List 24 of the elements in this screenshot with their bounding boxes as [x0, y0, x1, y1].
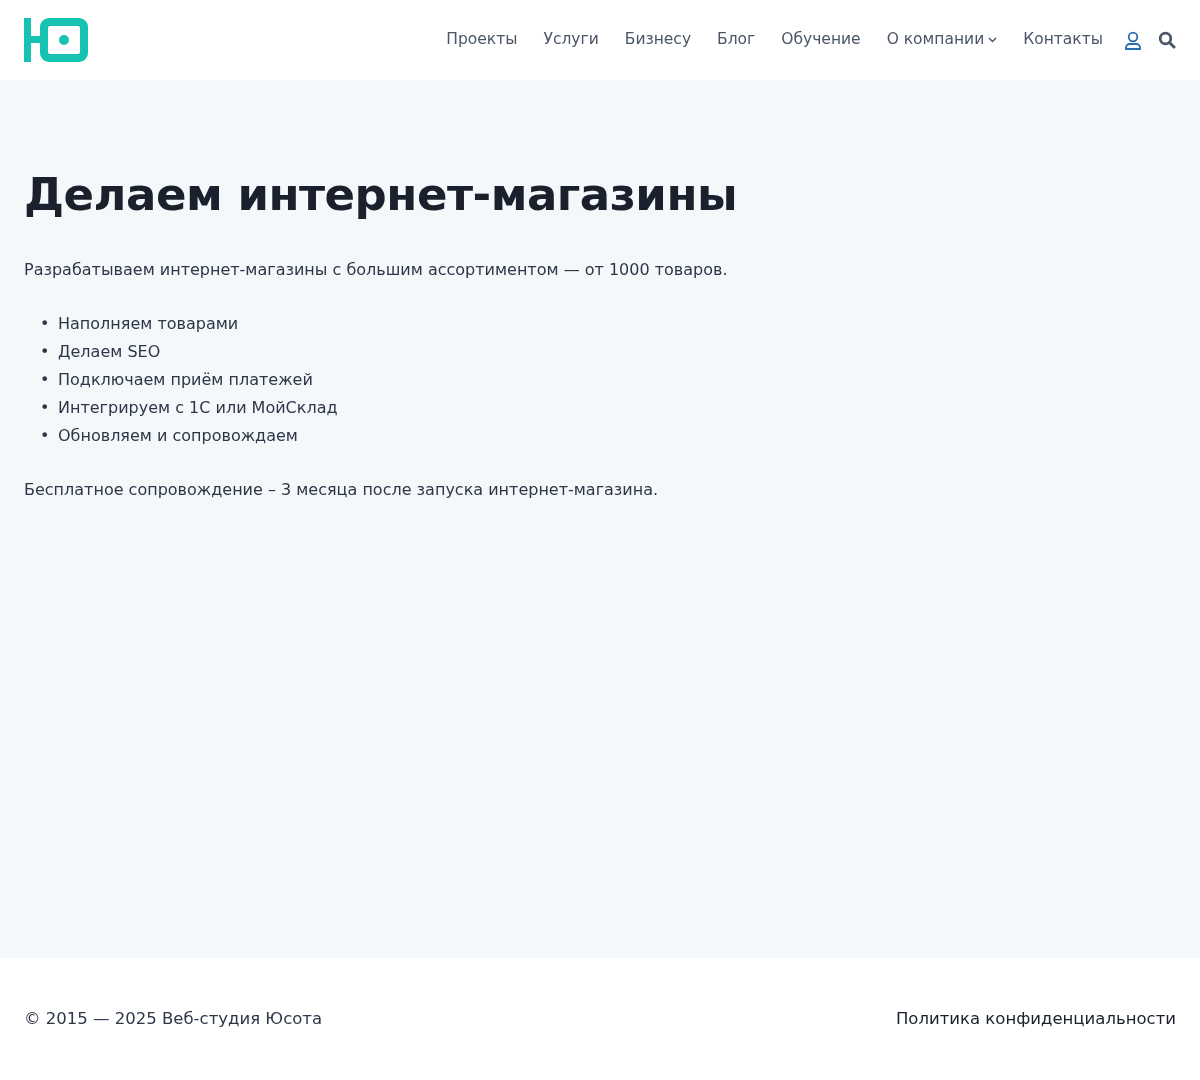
bullet-mark: •: [40, 425, 51, 447]
user-icon[interactable]: [1124, 30, 1142, 50]
list-item: Наполняем товарами: [58, 313, 239, 335]
nav-link[interactable]: Блог: [704, 28, 769, 52]
list-item: Интегрируем с 1С или МойСклад: [58, 397, 338, 419]
bullet-mark: •: [40, 313, 51, 335]
copyright-text: © 2015 — 2025 Веб-студия Юсота: [24, 1007, 322, 1030]
nav-link[interactable]: Контакты: [1010, 28, 1116, 52]
list-item: Подключаем приём платежей: [58, 369, 313, 391]
nav-link[interactable]: Проекты: [433, 28, 531, 52]
nav-link[interactable]: Обучение: [768, 28, 874, 52]
privacy-policy-link[interactable]: Политика конфиденциальности: [895, 1006, 1176, 1032]
search-icon[interactable]: [1158, 31, 1176, 49]
intro-text: Разрабатываем интернет-магазины с большим ассортиментом — от 1000 товаров.: [24, 259, 729, 281]
note-text: Бесплатное сопровождение – 3 месяца после запуска интернет-магазина.: [24, 479, 660, 501]
list-item: Делаем SEO: [58, 341, 161, 363]
bullet-mark: •: [40, 397, 51, 419]
nav-link[interactable]: Бизнесу: [611, 28, 705, 52]
list-item: Обновляем и сопровождаем: [58, 425, 298, 447]
bullet-mark: •: [40, 341, 51, 363]
bullet-mark: •: [40, 369, 51, 391]
nav-link[interactable]: О компании: [873, 28, 1011, 52]
page-title: Делаем интернет-магазины: [24, 168, 739, 222]
nav-link[interactable]: Услуги: [530, 28, 612, 52]
